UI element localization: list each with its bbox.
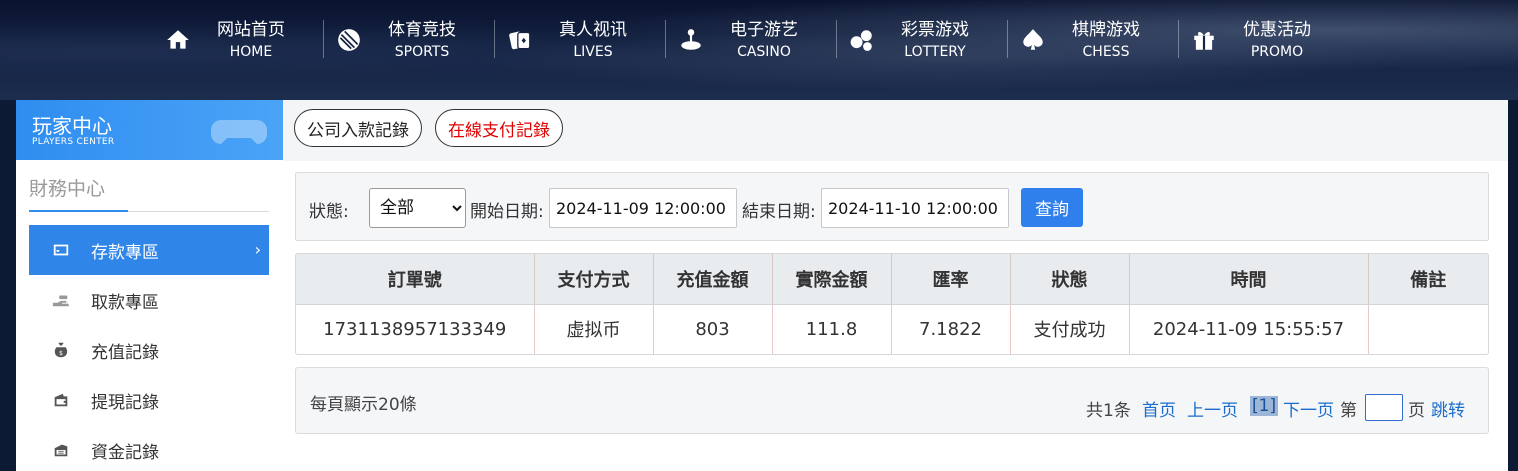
pagination-bar: 每頁顯示20條 共1条 首页 上一页 [1] 下一页 第 页 跳转 <box>295 367 1489 434</box>
nav-lives[interactable]: 真人视讯 LIVES <box>494 0 665 80</box>
goto-prefix: 第 <box>1340 401 1357 421</box>
gamepad-icon <box>211 120 267 144</box>
sidebar-item-fund-records[interactable]: 資金記錄 <box>29 425 269 471</box>
start-date-label: 開始日期: <box>470 202 544 222</box>
col-remark: 備註 <box>1368 254 1488 305</box>
total-count: 共1条 <box>1086 401 1131 421</box>
sidebar-item-label: 資金記錄 <box>91 442 159 463</box>
col-payment-method: 支付方式 <box>534 254 654 305</box>
cell-payment-method: 虚拟币 <box>534 304 654 354</box>
withdraw-hand-icon <box>51 291 71 309</box>
end-date-input[interactable] <box>821 188 1009 228</box>
nav-promo[interactable]: 优惠活动 PROMO <box>1178 0 1349 80</box>
prev-page-link[interactable]: 上一页 <box>1187 396 1238 421</box>
sidebar-item-label: 充值記錄 <box>91 342 159 363</box>
main-nav: 网站首页 HOME 体育竞技 SPORTS 真人视讯 LIVES 电子游艺 CA… <box>152 0 1349 80</box>
tab-online-payment-records[interactable]: 在線支付記錄 <box>435 109 563 147</box>
nav-label-zh: 彩票游戏 <box>901 19 969 40</box>
start-date-input[interactable] <box>549 188 737 228</box>
money-bag-icon: $ <box>51 341 71 359</box>
col-recharge-amount: 充值金額 <box>653 254 773 305</box>
deposit-card-icon <box>51 241 71 259</box>
ball-icon <box>335 26 363 54</box>
nav-label-zh: 优惠活动 <box>1243 19 1311 40</box>
cell-status: 支付成功 <box>1010 304 1130 354</box>
nav-label-zh: 体育竞技 <box>388 19 456 40</box>
nav-label-en: CHESS <box>1082 43 1130 60</box>
nav-lottery[interactable]: 彩票游戏 LOTTERY <box>836 0 1007 80</box>
end-date-label: 結束日期: <box>742 202 816 222</box>
sidebar-item-recharge-records[interactable]: $ 充值記錄 <box>29 325 269 375</box>
sidebar-item-label: 存款專區 <box>91 242 159 263</box>
cell-order-no: 1731138957133349 <box>296 304 535 354</box>
cell-remark <box>1368 304 1488 354</box>
top-banner: 网站首页 HOME 体育竞技 SPORTS 真人视讯 LIVES 电子游艺 CA… <box>0 0 1518 100</box>
sidebar-item-label: 取款專區 <box>91 292 159 313</box>
col-order-no: 訂單號 <box>296 254 535 305</box>
col-status: 狀態 <box>1010 254 1130 305</box>
joystick-icon <box>677 26 705 54</box>
cell-recharge-amount: 803 <box>653 304 773 354</box>
nav-label-zh: 网站首页 <box>217 19 285 40</box>
table-header-row: 訂單號 支付方式 充值金額 實際金額 匯率 狀態 時間 備註 <box>296 254 1488 305</box>
nav-label-en: CASINO <box>737 43 791 60</box>
chevron-right-icon: › <box>254 240 261 259</box>
nav-label-en: PROMO <box>1250 43 1304 60</box>
filter-bar: 狀態: 全部 開始日期: 結束日期: 查詢 <box>295 172 1489 241</box>
records-table: 訂單號 支付方式 充值金額 實際金額 匯率 狀態 時間 備註 173113895… <box>295 253 1489 355</box>
col-time: 時間 <box>1129 254 1369 305</box>
nav-chess[interactable]: 棋牌游戏 CHESS <box>1007 0 1178 80</box>
main-content: 公司入款記錄 在線支付記錄 狀態: 全部 開始日期: 結束日期: 查詢 訂單號 … <box>283 100 1508 471</box>
nav-casino[interactable]: 电子游艺 CASINO <box>665 0 836 80</box>
jump-link[interactable]: 跳转 <box>1431 396 1465 421</box>
current-page: [1] <box>1250 396 1279 416</box>
lottery-balls-icon <box>848 26 876 54</box>
goto-page-input[interactable] <box>1365 394 1403 421</box>
spade-icon <box>1019 26 1047 54</box>
finance-center-heading: 財務中心 <box>29 174 269 212</box>
query-button[interactable]: 查詢 <box>1021 188 1083 227</box>
cards-icon <box>506 26 534 54</box>
cell-exchange-rate: 7.1822 <box>891 304 1011 354</box>
gift-icon <box>1190 26 1218 54</box>
nav-label-en: SPORTS <box>394 43 450 60</box>
col-exchange-rate: 匯率 <box>891 254 1011 305</box>
svg-text:$: $ <box>59 350 63 357</box>
next-page-link[interactable]: 下一页 <box>1283 396 1334 421</box>
nav-home[interactable]: 网站首页 HOME <box>152 0 323 80</box>
cell-time: 2024-11-09 15:55:57 <box>1129 304 1369 354</box>
tab-company-deposit-records[interactable]: 公司入款記錄 <box>294 109 422 147</box>
col-actual-amount: 實際金額 <box>772 254 892 305</box>
goto-suffix: 页 <box>1408 401 1425 421</box>
players-center-title: 玩家中心 <box>32 114 112 138</box>
table-row: 1731138957133349 虚拟币 803 111.8 7.1822 支付… <box>296 304 1488 354</box>
sidebar-item-withdraw-records[interactable]: 提現記錄 <box>29 375 269 425</box>
cell-actual-amount: 111.8 <box>772 304 892 354</box>
sidebar-item-deposit[interactable]: 存款專區 › <box>29 225 269 275</box>
status-select[interactable]: 全部 <box>369 188 466 228</box>
funds-icon <box>51 441 71 459</box>
nav-sports[interactable]: 体育竞技 SPORTS <box>323 0 494 80</box>
nav-label-en: LIVES <box>573 43 613 60</box>
nav-label-zh: 电子游艺 <box>730 19 798 40</box>
first-page-link[interactable]: 首页 <box>1142 396 1176 421</box>
sidebar: 玩家中心 PLAYERS CENTER 財務中心 存款專區 › 取款專區 $ 充… <box>16 100 283 471</box>
players-center-header: 玩家中心 PLAYERS CENTER <box>16 100 283 160</box>
per-page-info: 每頁顯示20條 <box>310 395 417 415</box>
sidebar-item-withdraw[interactable]: 取款專區 <box>29 275 269 325</box>
nav-label-zh: 真人视讯 <box>559 19 627 40</box>
sidebar-item-label: 提現記錄 <box>91 392 159 413</box>
nav-label-en: HOME <box>229 43 273 60</box>
record-tabs: 公司入款記錄 在線支付記錄 <box>283 100 1508 161</box>
home-icon <box>164 26 192 54</box>
players-center-subtitle: PLAYERS CENTER <box>32 137 115 147</box>
status-label: 狀態: <box>309 202 349 222</box>
wallet-icon <box>51 391 71 409</box>
sidebar-menu: 存款專區 › 取款專區 $ 充值記錄 提現記錄 資金記錄 <box>16 225 283 471</box>
nav-label-zh: 棋牌游戏 <box>1072 19 1140 40</box>
nav-label-en: LOTTERY <box>904 43 966 60</box>
